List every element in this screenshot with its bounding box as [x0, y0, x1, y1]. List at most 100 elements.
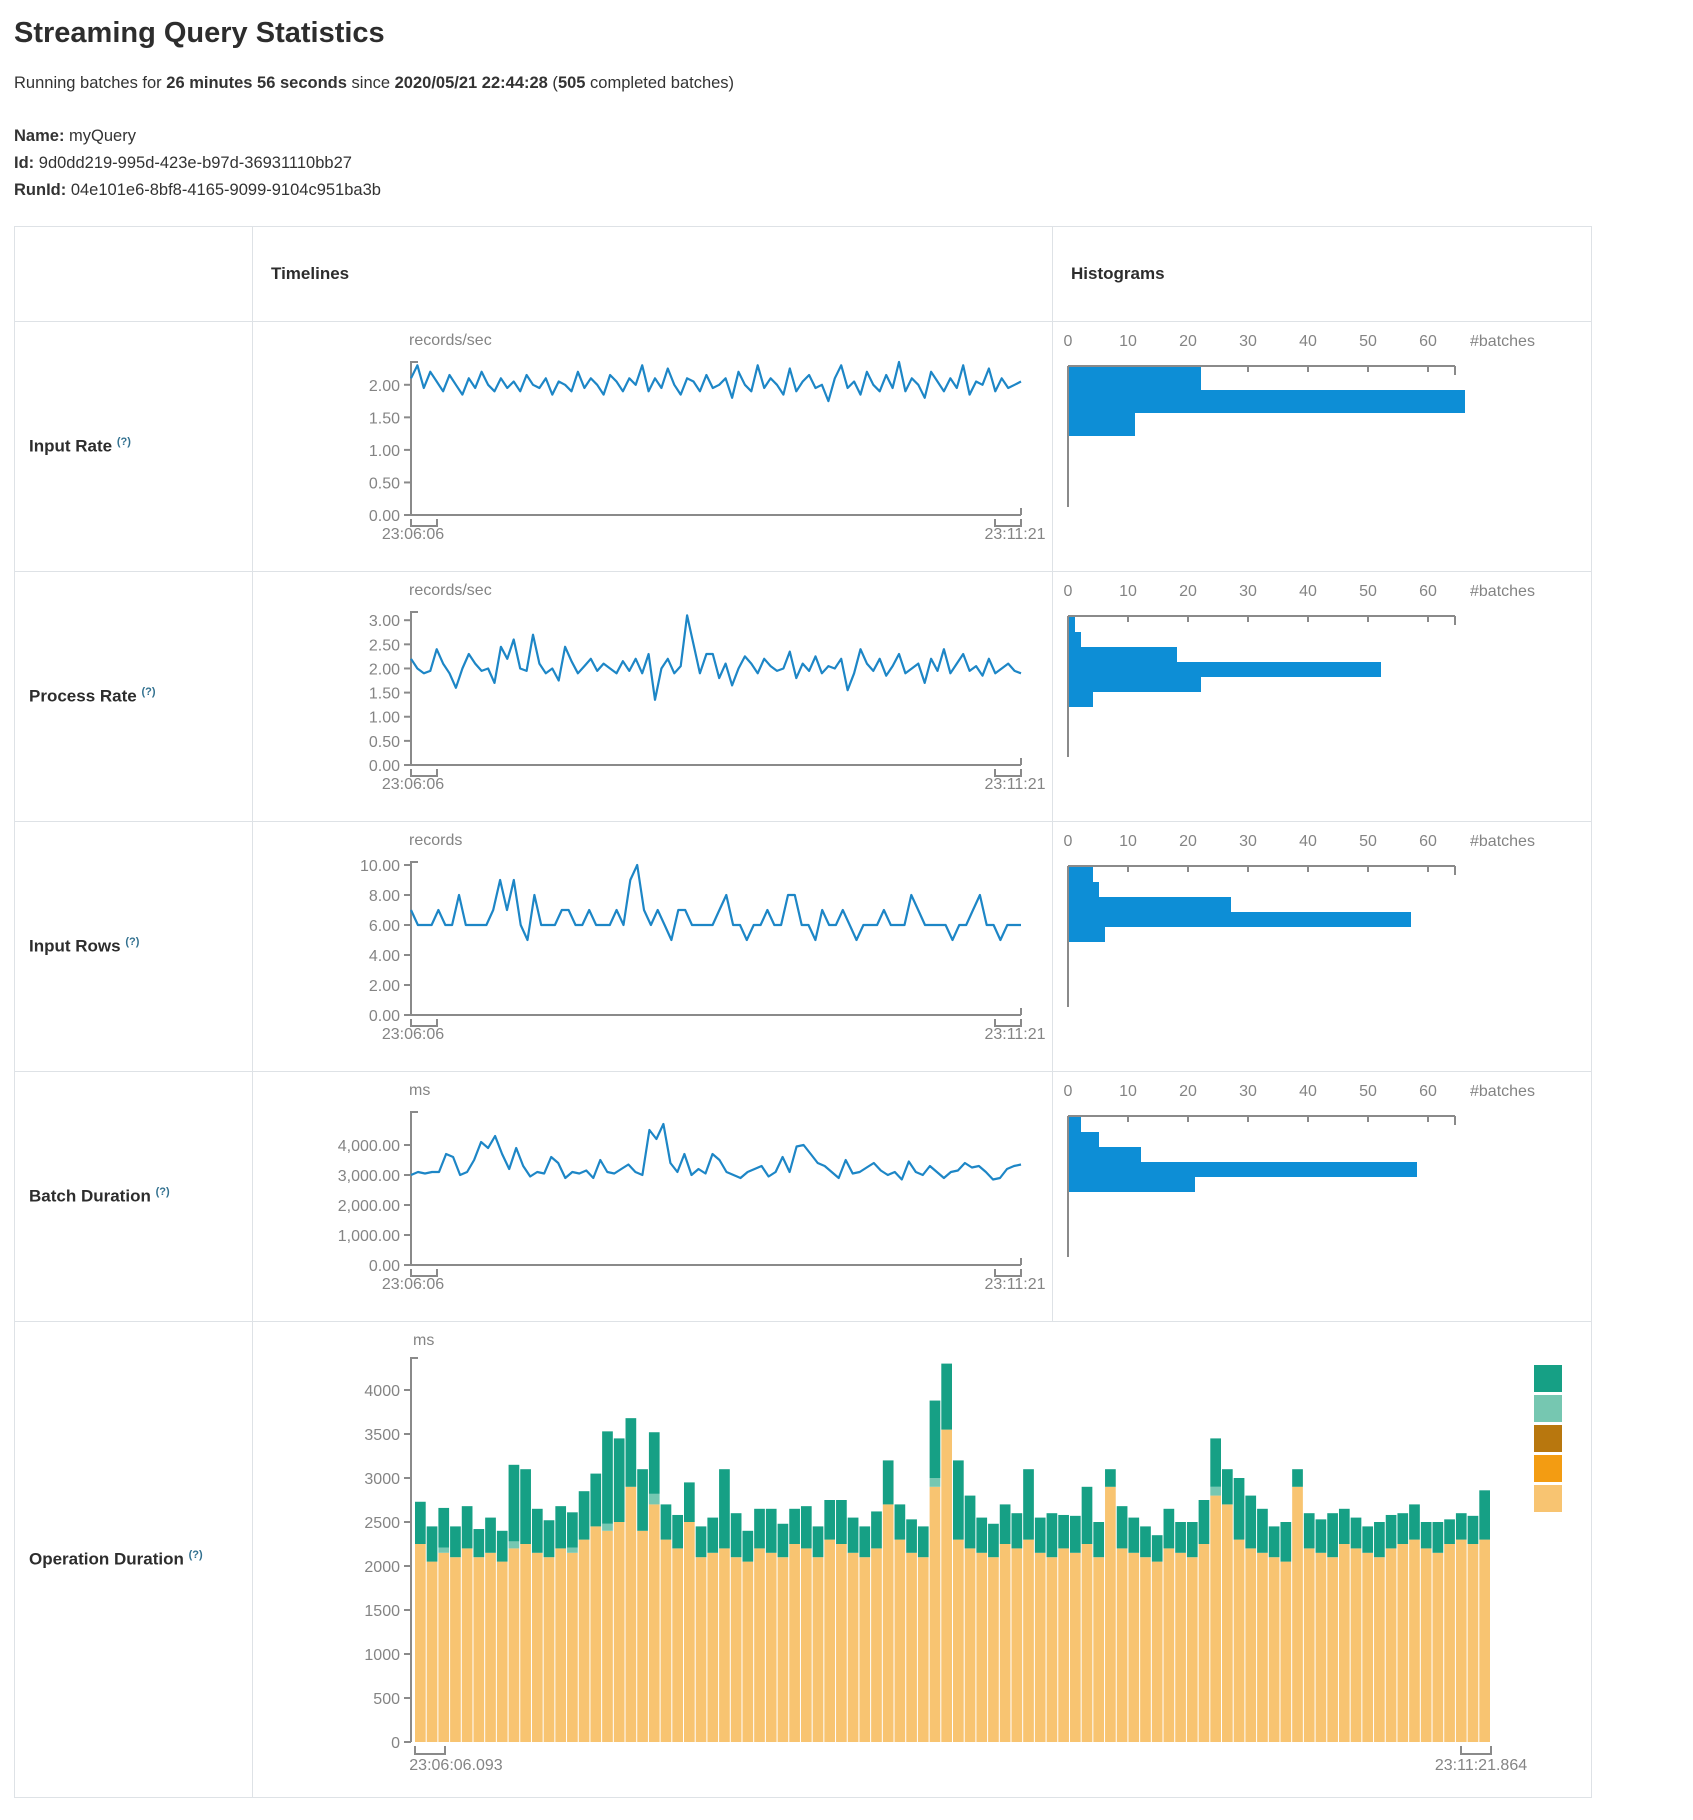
svg-text:500: 500	[373, 1691, 400, 1708]
svg-text:0: 0	[1064, 583, 1073, 600]
svg-text:60: 60	[1419, 833, 1437, 850]
page-title: Streaming Query Statistics	[14, 16, 1679, 50]
histogram-cell-batch-duration: 0102030405060#batches	[1053, 1072, 1592, 1322]
histogram-cell-input-rate: 0102030405060#batches	[1053, 322, 1592, 572]
svg-text:30: 30	[1239, 333, 1257, 350]
svg-text:ms: ms	[409, 1082, 430, 1099]
timeline-chart-batch-duration: ms0.001,000.002,000.003,000.004,000.0023…	[253, 1072, 1051, 1320]
svg-text:23:11:21: 23:11:21	[984, 1026, 1045, 1043]
row-label-operation-duration: Operation Duration (?)	[15, 1322, 253, 1798]
timeline-chart-process-rate: records/sec0.000.501.001.502.002.503.002…	[253, 572, 1051, 820]
query-id-label: Id:	[14, 154, 34, 172]
status-line: Running batches for 26 minutes 56 second…	[14, 74, 1679, 93]
svg-text:3000: 3000	[364, 1471, 400, 1488]
svg-text:1,000.00: 1,000.00	[338, 1228, 400, 1245]
svg-text:60: 60	[1419, 583, 1437, 600]
timeline-cell-batch-duration: ms0.001,000.002,000.003,000.004,000.0023…	[253, 1072, 1053, 1322]
svg-text:23:11:21: 23:11:21	[984, 776, 1045, 793]
query-name-value: myQuery	[69, 127, 136, 145]
timeline-chart-input-rows: records0.002.004.006.008.0010.0023:06:06…	[253, 822, 1051, 1070]
row-label-text: Input Rows	[29, 937, 125, 956]
query-name-row: Name: myQuery	[14, 123, 1679, 150]
svg-text:60: 60	[1419, 1083, 1437, 1100]
svg-text:2.50: 2.50	[369, 637, 400, 654]
svg-text:#batches: #batches	[1470, 1083, 1535, 1100]
status-duration: 26 minutes 56 seconds	[166, 74, 347, 92]
svg-text:40: 40	[1299, 1083, 1317, 1100]
svg-text:20: 20	[1179, 833, 1197, 850]
svg-text:3500: 3500	[364, 1427, 400, 1444]
histogram-chart-process-rate: 0102030405060#batches	[1053, 572, 1590, 820]
svg-text:0.00: 0.00	[369, 758, 400, 775]
svg-text:records: records	[409, 832, 462, 849]
status-start-time: 2020/05/21 22:44:28	[395, 74, 548, 92]
svg-text:records/sec: records/sec	[409, 582, 492, 599]
query-name-label: Name:	[14, 127, 64, 145]
row-label-input-rows: Input Rows (?)	[15, 822, 253, 1072]
legend-swatch-3	[1534, 1455, 1562, 1482]
svg-text:23:06:06: 23:06:06	[382, 776, 444, 793]
svg-text:23:11:21: 23:11:21	[984, 526, 1045, 543]
operation-duration-legend	[1534, 1365, 1562, 1512]
svg-text:10.00: 10.00	[360, 858, 400, 875]
query-meta: Name: myQuery Id: 9d0dd219-995d-423e-b97…	[14, 123, 1679, 204]
legend-swatch-1	[1534, 1395, 1562, 1422]
svg-text:1000: 1000	[364, 1647, 400, 1664]
timeline-cell-process-rate: records/sec0.000.501.001.502.002.503.002…	[253, 572, 1053, 822]
query-runid-label: RunId:	[14, 181, 66, 199]
svg-text:0.00: 0.00	[369, 1258, 400, 1275]
help-icon[interactable]: (?)	[141, 686, 155, 698]
svg-text:records/sec: records/sec	[409, 332, 492, 349]
status-batch-count: 505	[558, 74, 586, 92]
svg-text:23:06:06.093: 23:06:06.093	[409, 1757, 503, 1774]
svg-text:23:11:21: 23:11:21	[984, 1276, 1045, 1293]
svg-text:0.00: 0.00	[369, 1008, 400, 1025]
svg-text:8.00: 8.00	[369, 888, 400, 905]
svg-text:3,000.00: 3,000.00	[338, 1168, 400, 1185]
svg-text:20: 20	[1179, 333, 1197, 350]
svg-text:23:11:21.864: 23:11:21.864	[1435, 1757, 1527, 1774]
stacked-bar-chart-operation-duration: ms0500100015002000250030003500400023:06:…	[253, 1322, 1590, 1796]
svg-text:0.50: 0.50	[369, 734, 400, 751]
svg-text:4.00: 4.00	[369, 948, 400, 965]
svg-text:10: 10	[1119, 833, 1137, 850]
help-icon[interactable]: (?)	[125, 936, 139, 948]
row-label-text: Input Rate	[29, 437, 117, 456]
svg-text:23:06:06: 23:06:06	[382, 1276, 444, 1293]
svg-text:40: 40	[1299, 333, 1317, 350]
stats-row-input-rate: Input Rate (?)records/sec0.000.501.001.5…	[15, 322, 1592, 572]
svg-text:60: 60	[1419, 333, 1437, 350]
row-label-input-rate: Input Rate (?)	[15, 322, 253, 572]
help-icon[interactable]: (?)	[117, 436, 131, 448]
histogram-cell-process-rate: 0102030405060#batches	[1053, 572, 1592, 822]
query-id-row: Id: 9d0dd219-995d-423e-b97d-36931110bb27	[14, 150, 1679, 177]
svg-text:2.00: 2.00	[369, 378, 400, 395]
svg-text:40: 40	[1299, 833, 1317, 850]
svg-text:1.50: 1.50	[369, 686, 400, 703]
svg-text:ms: ms	[413, 1332, 434, 1349]
row-label-process-rate: Process Rate (?)	[15, 572, 253, 822]
svg-text:0.50: 0.50	[369, 475, 400, 492]
svg-text:30: 30	[1239, 1083, 1257, 1100]
svg-text:#batches: #batches	[1470, 333, 1535, 350]
svg-text:23:06:06: 23:06:06	[382, 1026, 444, 1043]
timeline-cell-input-rows: records0.002.004.006.008.0010.0023:06:06…	[253, 822, 1053, 1072]
svg-text:#batches: #batches	[1470, 833, 1535, 850]
svg-text:50: 50	[1359, 333, 1377, 350]
header-timelines: Timelines	[253, 227, 1053, 322]
header-histograms: Histograms	[1053, 227, 1592, 322]
svg-text:2.00: 2.00	[369, 661, 400, 678]
stats-row-operation-duration: Operation Duration (?)ms0500100015002000…	[15, 1322, 1592, 1798]
svg-text:40: 40	[1299, 583, 1317, 600]
help-icon[interactable]: (?)	[156, 1186, 170, 1198]
histogram-chart-input-rate: 0102030405060#batches	[1053, 322, 1590, 570]
help-icon[interactable]: (?)	[189, 1549, 203, 1561]
row-label-batch-duration: Batch Duration (?)	[15, 1072, 253, 1322]
svg-text:3.00: 3.00	[369, 613, 400, 630]
stats-row-batch-duration: Batch Duration (?)ms0.001,000.002,000.00…	[15, 1072, 1592, 1322]
svg-text:23:06:06: 23:06:06	[382, 526, 444, 543]
legend-swatch-0	[1534, 1365, 1562, 1392]
operation-duration-cell: ms0500100015002000250030003500400023:06:…	[253, 1322, 1592, 1798]
svg-text:4000: 4000	[364, 1383, 400, 1400]
timeline-cell-input-rate: records/sec0.000.501.001.502.0023:06:062…	[253, 322, 1053, 572]
